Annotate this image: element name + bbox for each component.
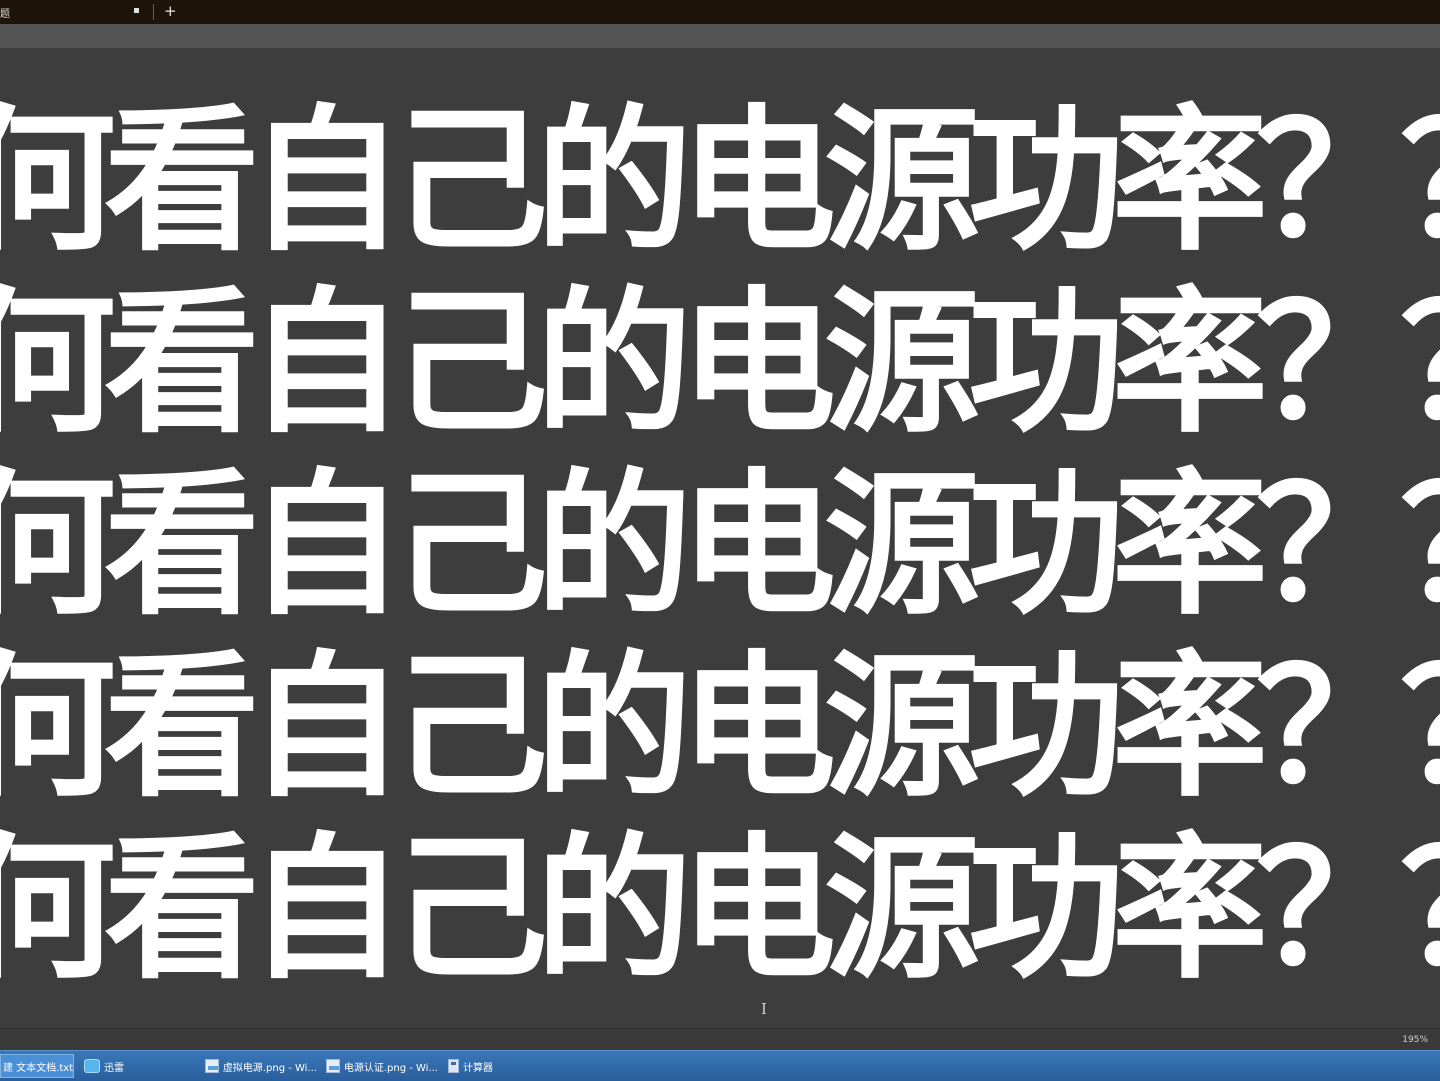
bird-icon — [84, 1059, 100, 1073]
image-viewer-icon — [205, 1059, 219, 1073]
text-line[interactable]: 何看自己的电源功率？？ — [0, 636, 1440, 818]
taskbar-item-image-viewer-1[interactable]: 虚拟电源.png - Wi... — [205, 1054, 317, 1078]
taskbar-item-notepad[interactable]: 建 文本文档.txt ... — [0, 1054, 74, 1078]
text-line[interactable]: 何看自己的电源功率？？ — [0, 272, 1440, 454]
window-titlebar: 题 + — [0, 0, 1440, 24]
text-line[interactable]: 何看自己的电源功率？？ — [0, 90, 1440, 272]
taskbar-item-calculator[interactable]: 计算器 — [448, 1054, 548, 1078]
taskbar-item-label: 计算器 — [463, 1062, 493, 1074]
tab-divider — [153, 4, 154, 20]
toolbar-strip — [0, 24, 1440, 48]
taskbar-item-xunlei[interactable]: 迅雷 — [84, 1054, 194, 1078]
taskbar-item-label: 虚拟电源.png - Wi... — [222, 1062, 317, 1074]
calculator-icon — [448, 1059, 459, 1073]
taskbar-item-image-viewer-2[interactable]: 电源认证.png - Wi... — [326, 1054, 438, 1078]
taskbar-item-label: 建 文本文档.txt ... — [3, 1062, 74, 1074]
tab-title[interactable]: 题 — [0, 5, 10, 20]
image-viewer-icon — [326, 1059, 340, 1073]
editor-text[interactable]: 何看自己的电源功率？？ 何看自己的电源功率？？ 何看自己的电源功率？？ 何看自己… — [0, 90, 1440, 1000]
tab-modified-dot-icon[interactable] — [134, 8, 139, 13]
new-tab-button[interactable]: + — [164, 2, 177, 20]
zoom-level[interactable]: 195% — [1402, 1035, 1428, 1045]
text-line[interactable]: 何看自己的电源功率？？ — [0, 454, 1440, 636]
text-editor-area[interactable]: 何看自己的电源功率？？ 何看自己的电源功率？？ 何看自己的电源功率？？ 何看自己… — [0, 48, 1440, 1028]
i-beam-cursor-icon: I — [761, 1000, 767, 1018]
status-bar: 195% — [0, 1028, 1440, 1051]
text-line[interactable]: 何看自己的电源功率？？ — [0, 818, 1440, 1000]
taskbar: 建 文本文档.txt ... 迅雷 虚拟电源.png - Wi... 电源认证.… — [0, 1050, 1440, 1081]
taskbar-item-label: 迅雷 — [104, 1062, 124, 1074]
taskbar-item-label: 电源认证.png - Wi... — [343, 1062, 438, 1074]
